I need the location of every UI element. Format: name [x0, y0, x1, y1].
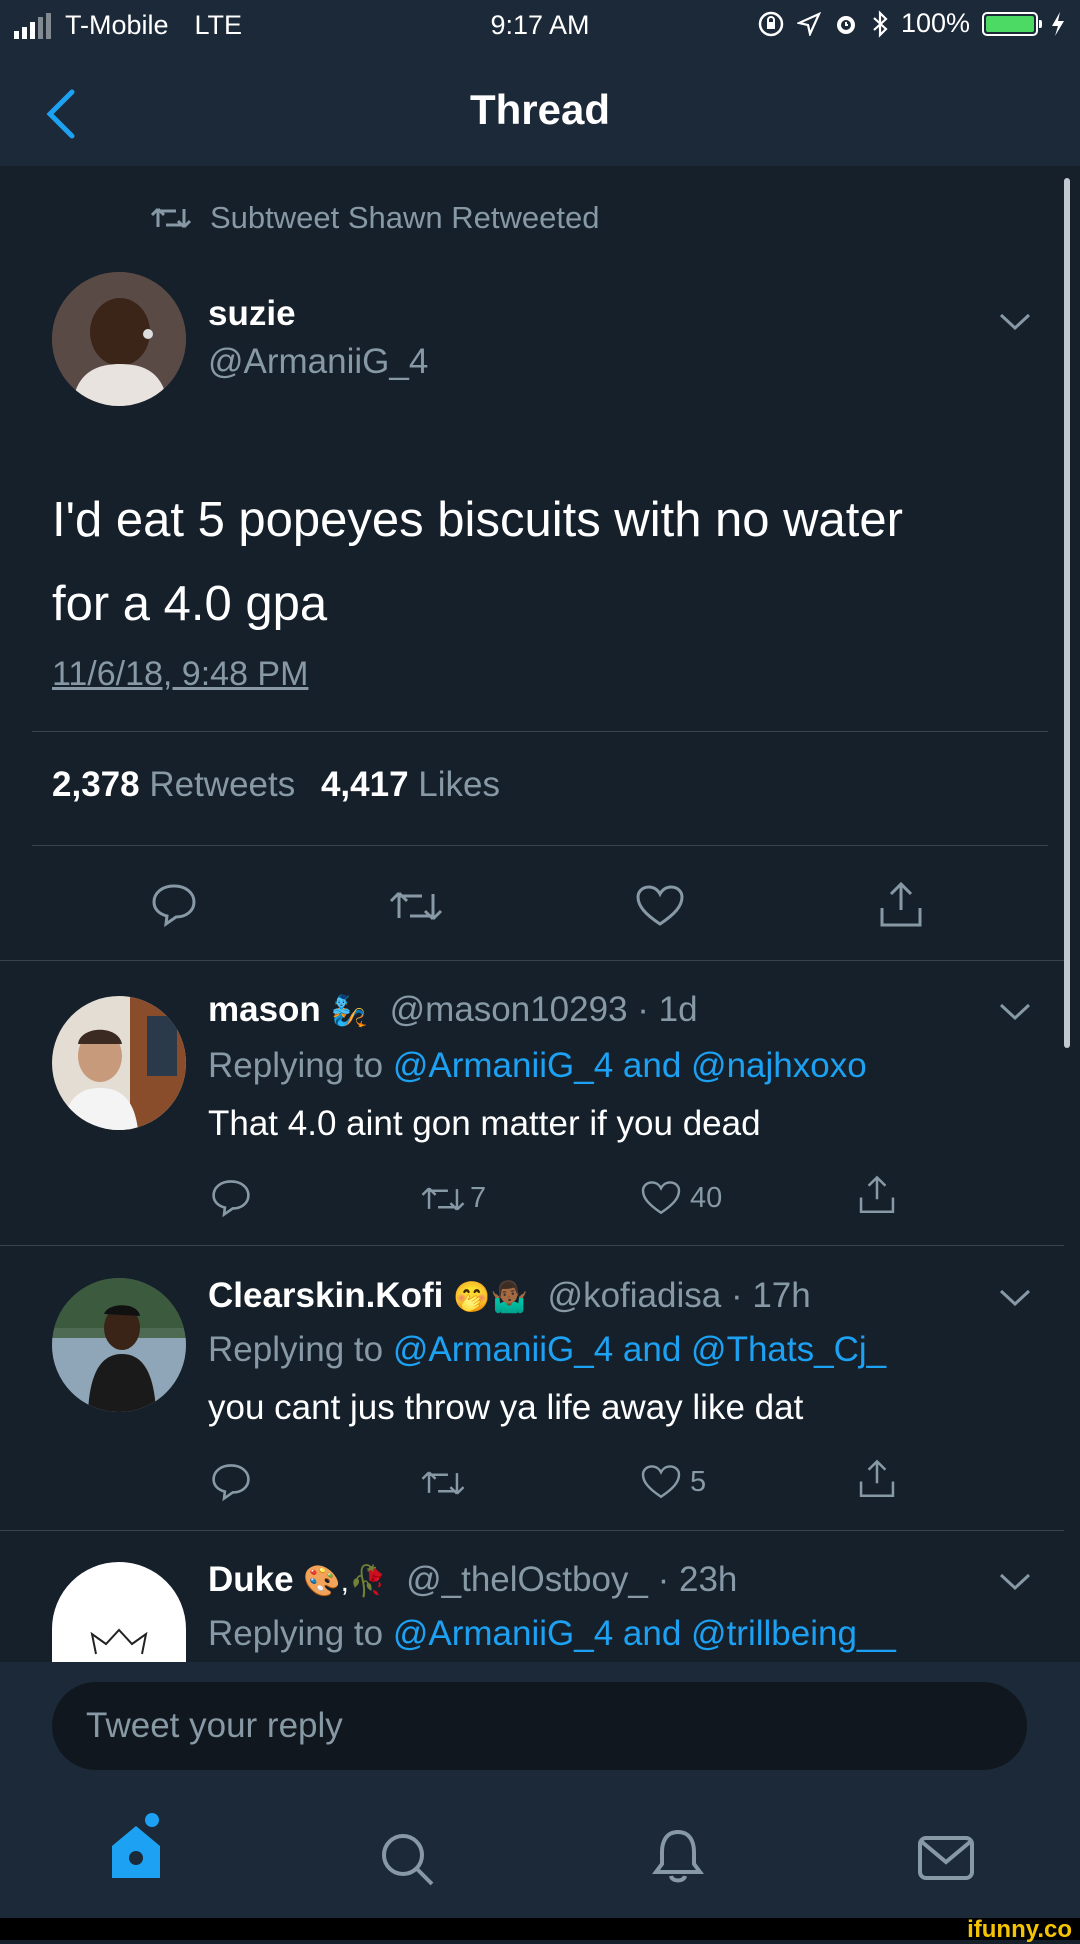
mention-link[interactable]: @Thats_Cj_: [691, 1330, 886, 1369]
replying-prefix: Replying to: [208, 1330, 384, 1369]
replying-to: Replying to @ArmaniiG_4 and @trillbeing_…: [208, 1614, 896, 1654]
divider: [0, 960, 1064, 961]
reply-author-handle[interactable]: @_thelOstboy_: [406, 1560, 648, 1599]
replying-to: Replying to @ArmaniiG_4 and @Thats_Cj_: [208, 1330, 886, 1370]
reply-icon[interactable]: [210, 1178, 252, 1218]
rotation-lock-icon: [758, 11, 784, 36]
mention-link[interactable]: @ArmaniiG_4: [393, 1330, 613, 1369]
battery-icon: [982, 11, 1042, 36]
reply-time: · 17h: [730, 1276, 811, 1315]
likes-count: 4,417: [320, 765, 409, 804]
replying-and: and: [622, 1330, 682, 1369]
share-icon[interactable]: [856, 1174, 898, 1216]
retweet-icon[interactable]: [420, 1182, 466, 1216]
watermark-bar: ifunny.co: [0, 1916, 1080, 1943]
mention-link[interactable]: @ArmaniiG_4: [393, 1614, 613, 1653]
retweet-icon[interactable]: [420, 1466, 466, 1500]
avatar[interactable]: [52, 996, 186, 1130]
chevron-down-icon[interactable]: [998, 312, 1032, 332]
navigation-bar: Thread: [0, 56, 1080, 166]
status-right: 100%: [757, 8, 1066, 39]
retweet-icon[interactable]: [388, 886, 444, 926]
tweet-stats[interactable]: 2,378 Retweets 4,417 Likes: [52, 765, 500, 805]
replying-to: Replying to @ArmaniiG_4 and @najhxoxo: [208, 1046, 867, 1086]
reply-text: That 4.0 aint gon matter if you dead: [208, 1104, 761, 1143]
heart-icon[interactable]: [640, 1180, 682, 1216]
reply-header: Clearskin.Kofi 🤭🤷🏾‍♂️ @kofiadisa · 17h: [208, 1276, 811, 1316]
status-bar: T-Mobile LTE 9:17 AM 100%: [0, 0, 1080, 56]
reply-author-name[interactable]: mason: [208, 990, 321, 1029]
divider: [32, 845, 1048, 846]
notifications-icon[interactable]: [650, 1826, 706, 1888]
replying-prefix: Replying to: [208, 1046, 384, 1085]
avatar[interactable]: [52, 1278, 186, 1412]
reply-header: Duke 🎨,🥀 @_thelOstboy_ · 23h: [208, 1560, 737, 1600]
search-icon[interactable]: [378, 1830, 436, 1888]
home-icon[interactable]: [104, 1812, 168, 1882]
tweet-reply-input[interactable]: Tweet your reply: [52, 1682, 1027, 1770]
author-name[interactable]: suzie: [208, 294, 296, 334]
charging-icon: [1052, 11, 1064, 36]
reply-author-emoji: 🧞: [330, 995, 368, 1028]
share-icon[interactable]: [876, 880, 926, 930]
divider: [0, 1245, 1064, 1246]
retweets-label: Retweets: [149, 765, 296, 804]
retweets-count: 2,378: [52, 765, 140, 804]
reply-header: mason 🧞 @mason10293 · 1d: [208, 990, 698, 1030]
bluetooth-icon: [873, 9, 888, 38]
chevron-down-icon[interactable]: [998, 1572, 1032, 1592]
reply-author-emoji: 🤭🤷🏾‍♂️: [453, 1281, 528, 1314]
reply-author-name[interactable]: Duke: [208, 1560, 294, 1599]
chevron-down-icon[interactable]: [998, 1002, 1032, 1022]
tweet-text-line: I'd eat 5 popeyes biscuits with no water: [52, 493, 903, 547]
avatar[interactable]: [52, 272, 186, 406]
alarm-icon: [836, 15, 855, 34]
reply-placeholder: Tweet your reply: [86, 1706, 343, 1745]
divider: [0, 1530, 1064, 1531]
tweet-text: I'd eat 5 popeyes biscuits with no water…: [52, 478, 1052, 646]
messages-icon[interactable]: [916, 1834, 976, 1882]
replying-prefix: Replying to: [208, 1614, 384, 1653]
reply-icon[interactable]: [210, 1462, 252, 1502]
likes-label: Likes: [418, 765, 501, 804]
chevron-down-icon[interactable]: [998, 1288, 1032, 1308]
heart-icon[interactable]: [635, 884, 685, 928]
tweet-timestamp[interactable]: 11/6/18, 9:48 PM: [52, 655, 308, 694]
divider: [32, 731, 1048, 732]
location-icon: [796, 11, 821, 36]
reply-author-name[interactable]: Clearskin.Kofi: [208, 1276, 443, 1315]
reply-author-emoji: 🎨,🥀: [303, 1565, 387, 1598]
battery-percent: 100%: [900, 8, 970, 38]
reply-author-handle[interactable]: @kofiadisa: [548, 1276, 722, 1315]
scrollbar[interactable]: [1064, 178, 1070, 1048]
retweet-context: Subtweet Shawn Retweeted: [150, 200, 599, 236]
replying-and: and: [622, 1046, 682, 1085]
reply-time: · 1d: [637, 990, 698, 1029]
like-count: 40: [690, 1182, 723, 1214]
avatar[interactable]: [52, 1562, 186, 1662]
reply-icon[interactable]: [150, 882, 198, 928]
mention-link[interactable]: @ArmaniiG_4: [393, 1046, 613, 1085]
tweet-text-line: for a 4.0 gpa: [52, 577, 328, 631]
retweet-label: Subtweet Shawn Retweeted: [210, 200, 600, 235]
mention-link[interactable]: @trillbeing__: [691, 1614, 896, 1653]
like-count: 5: [690, 1466, 707, 1498]
mention-link[interactable]: @najhxoxo: [691, 1046, 867, 1085]
author-handle[interactable]: @ArmaniiG_4: [208, 342, 428, 382]
share-icon[interactable]: [856, 1458, 898, 1500]
reply-text: you cant jus throw ya life away like dat: [208, 1388, 804, 1427]
retweet-count: 7: [470, 1182, 487, 1214]
reply-author-handle[interactable]: @mason10293: [390, 990, 628, 1029]
heart-icon[interactable]: [640, 1464, 682, 1500]
replying-and: and: [622, 1614, 682, 1653]
reply-time: · 23h: [657, 1560, 738, 1599]
retweet-icon: [150, 207, 192, 229]
page-title: Thread: [469, 86, 611, 133]
